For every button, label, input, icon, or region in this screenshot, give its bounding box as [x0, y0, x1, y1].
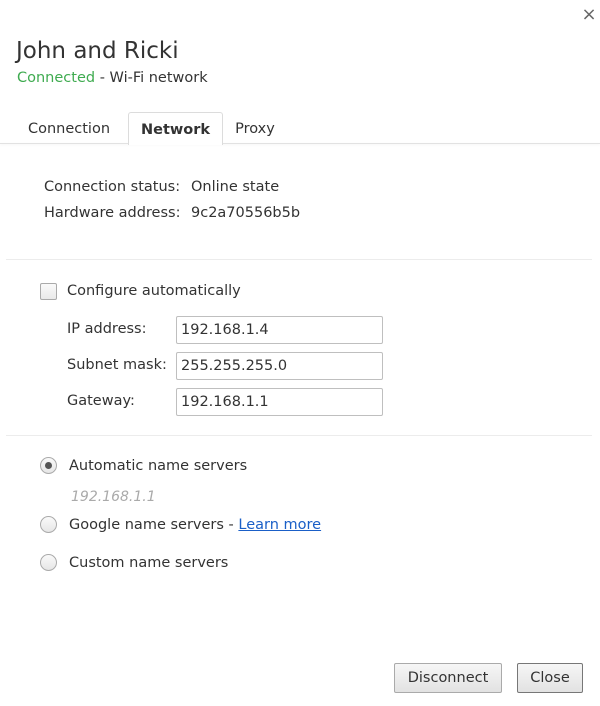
connection-status-value: Online state	[191, 179, 280, 195]
hardware-address-value: 9c2a70556b5b	[191, 205, 301, 221]
subnet-mask-label: Subnet mask:	[67, 357, 167, 373]
hardware-address-row: Hardware address: 9c2a70556b5b	[44, 205, 300, 221]
automatic-name-servers-label[interactable]: Automatic name servers	[69, 458, 247, 474]
section-divider	[6, 435, 592, 436]
close-icon[interactable]: ×	[578, 4, 600, 26]
ip-address-input[interactable]	[176, 316, 383, 344]
connection-status-row: Connection status: Online state	[44, 179, 279, 195]
gateway-label: Gateway:	[67, 393, 135, 409]
automatic-name-server-address: 192.168.1.1	[71, 489, 156, 505]
learn-more-link[interactable]: Learn more	[238, 517, 321, 533]
google-name-servers-radio[interactable]	[40, 516, 57, 533]
tab-network[interactable]: Network	[128, 112, 223, 145]
disconnect-button[interactable]: Disconnect	[394, 663, 502, 693]
google-name-servers-text: Google name servers -	[69, 517, 239, 533]
automatic-name-servers-radio[interactable]	[40, 457, 57, 474]
connection-status-label: Connection status:	[44, 179, 181, 195]
custom-name-servers-label[interactable]: Custom name servers	[69, 555, 228, 571]
tab-bar: Connection Network Proxy	[0, 108, 600, 145]
configure-automatically-label[interactable]: Configure automatically	[67, 283, 241, 299]
tab-connection[interactable]: Connection	[18, 112, 120, 144]
connection-subtitle: Connected - Wi-Fi network	[17, 70, 208, 86]
connected-status: Connected	[17, 70, 96, 86]
subnet-mask-input[interactable]	[176, 352, 383, 380]
google-name-servers-label[interactable]: Google name servers - Learn more	[69, 517, 321, 533]
section-divider	[6, 259, 592, 260]
hardware-address-label: Hardware address:	[44, 205, 181, 221]
gateway-input[interactable]	[176, 388, 383, 416]
ip-address-label: IP address:	[67, 321, 147, 337]
configure-automatically-checkbox[interactable]	[40, 283, 57, 300]
tab-proxy[interactable]: Proxy	[225, 112, 285, 144]
network-name-title: John and Ricki	[16, 38, 179, 64]
network-type: - Wi-Fi network	[95, 70, 208, 86]
radio-selected-dot	[45, 462, 52, 469]
close-button[interactable]: Close	[517, 663, 583, 693]
custom-name-servers-radio[interactable]	[40, 554, 57, 571]
